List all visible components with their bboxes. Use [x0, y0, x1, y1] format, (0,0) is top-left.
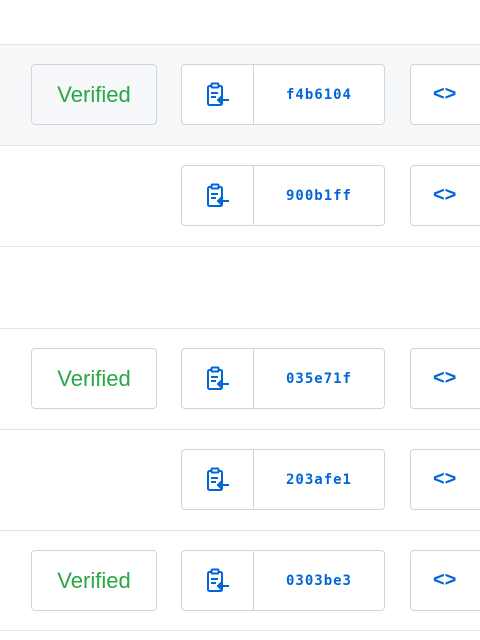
code-icon: <> — [433, 184, 457, 206]
commit-sha-link[interactable]: 203afe1 — [254, 450, 384, 509]
sha-button-group: f4b6104 — [181, 64, 385, 125]
browse-repo-button[interactable]: <> — [410, 348, 480, 409]
copy-sha-button[interactable] — [182, 349, 254, 408]
clipboard-icon — [206, 568, 230, 594]
browse-repo-button[interactable]: <> — [410, 550, 480, 611]
commit-row: 900b1ff <> — [0, 145, 480, 246]
copy-sha-button[interactable] — [182, 551, 254, 610]
sha-button-group: 203afe1 — [181, 449, 385, 510]
section-divider — [0, 246, 480, 328]
commit-row: 203afe1 <> — [0, 429, 480, 530]
copy-sha-button[interactable] — [182, 166, 254, 225]
clipboard-icon — [206, 366, 230, 392]
browse-repo-button[interactable]: <> — [410, 165, 480, 226]
browse-repo-button[interactable]: <> — [410, 449, 480, 510]
code-icon: <> — [433, 367, 457, 389]
copy-sha-button[interactable] — [182, 65, 254, 124]
commit-sha-link[interactable]: 035e71f — [254, 349, 384, 408]
commit-row: Verified 035e71f <> — [0, 328, 480, 429]
commit-sha-link[interactable]: 900b1ff — [254, 166, 384, 225]
code-icon: <> — [433, 569, 457, 591]
verified-badge[interactable]: Verified — [31, 550, 157, 611]
commit-sha-link[interactable]: 0303be3 — [254, 551, 384, 610]
commit-row: Verified 0303be3 <> — [0, 530, 480, 631]
clipboard-icon — [206, 82, 230, 108]
code-icon: <> — [433, 468, 457, 490]
sha-button-group: 0303be3 — [181, 550, 385, 611]
clipboard-icon — [206, 183, 230, 209]
verified-badge[interactable]: Verified — [31, 64, 157, 125]
browse-repo-button[interactable]: <> — [410, 64, 480, 125]
copy-sha-button[interactable] — [182, 450, 254, 509]
commit-row: Verified f4b6104 <> — [0, 44, 480, 145]
sha-button-group: 900b1ff — [181, 165, 385, 226]
code-icon: <> — [433, 83, 457, 105]
clipboard-icon — [206, 467, 230, 493]
verified-badge[interactable]: Verified — [31, 348, 157, 409]
commit-list: Verified f4b6104 <> 900b1ff <> Verified … — [0, 0, 480, 640]
sha-button-group: 035e71f — [181, 348, 385, 409]
commit-sha-link[interactable]: f4b6104 — [254, 65, 384, 124]
